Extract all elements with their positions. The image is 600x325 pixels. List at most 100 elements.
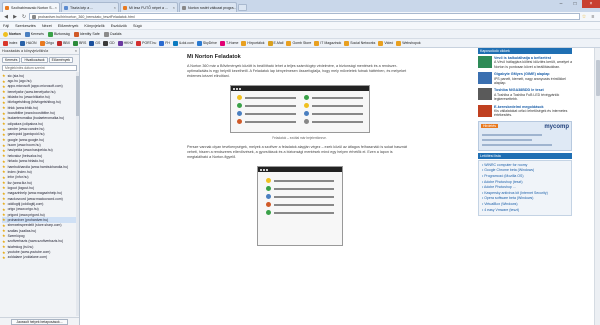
- sidebar-item-label: prigord (www.prigord.hu): [7, 212, 45, 217]
- bookmark-item[interactable]: Videó: [378, 40, 393, 46]
- bookmark-label: Origo: [45, 41, 55, 45]
- sidebar-item-label: hirlado (www.hirlado.hu): [7, 159, 44, 164]
- close-tab-icon[interactable]: ×: [55, 5, 57, 10]
- news-item[interactable]: Vevő is kalkulálhatja a befizetést A Vévő…: [478, 56, 572, 69]
- suggested-sites-button[interactable]: Javasolt helyek betaposások...: [11, 318, 68, 325]
- bookmark-item[interactable]: FH: [159, 40, 170, 46]
- task-icon: [265, 210, 271, 215]
- menu-bookmarks[interactable]: Könyvjelzők: [84, 24, 104, 28]
- norton-button[interactable]: Norton: [3, 31, 21, 37]
- sidebar-list-item[interactable]: ★ zoldalane (zoldalane.com): [2, 255, 77, 260]
- bookmark-item[interactable]: BBX: [57, 40, 70, 46]
- bookmark-item[interactable]: BRS: [73, 40, 87, 46]
- close-sidebar-icon[interactable]: ×: [75, 49, 77, 53]
- sidebar-scrollbar[interactable]: [76, 72, 79, 316]
- maximize-icon[interactable]: □: [568, 0, 582, 8]
- advertisement[interactable]: Hirdetés mycomp: [478, 120, 572, 151]
- bookmark-item[interactable]: SkyDrive: [196, 40, 217, 46]
- bookmark-item[interactable]: T-Home: [219, 40, 239, 46]
- news-summary: A Toshiba a Toshiba FuB LED tévégyártók …: [494, 92, 560, 102]
- bookmark-favicon-icon: [196, 40, 202, 46]
- menu-icon[interactable]: ≡: [589, 13, 597, 21]
- back-icon[interactable]: ◀: [2, 13, 10, 21]
- address-bar[interactable]: prohardver.hu/hir/norton_360_bemutato_te…: [29, 13, 580, 20]
- bookmark-label: BRS: [79, 41, 87, 45]
- news-summary: A Vévő hátlapjára költési időzítés kerül…: [494, 60, 572, 69]
- task-icon: [303, 103, 309, 108]
- bookmark-item[interactable]: Webshopok: [396, 40, 421, 46]
- article-screenshot[interactable]: [256, 166, 343, 246]
- sidebar-item-label: infor (infor.hu): [7, 175, 29, 180]
- sidebar-history-button[interactable]: Előzmények: [48, 57, 74, 63]
- reload-icon[interactable]: ↻: [20, 13, 28, 21]
- tab-title: Szolhabimavalo Norton S...: [11, 5, 55, 10]
- tab-favicon-icon: [182, 5, 186, 10]
- menu-history[interactable]: Előzmények: [58, 24, 79, 28]
- sidebar-item-label: origo (www.origo.hu): [7, 207, 39, 212]
- star-icon[interactable]: ☆: [580, 13, 588, 21]
- bookmark-item[interactable]: E-Mail: [267, 40, 283, 46]
- menu-help[interactable]: Súgó: [133, 24, 142, 28]
- minimize-icon[interactable]: –: [554, 0, 568, 8]
- bookmark-star-icon: ★: [2, 131, 6, 137]
- bookmark-item[interactable]: index: [3, 40, 17, 46]
- bookmark-item[interactable]: HKHZ: [117, 40, 133, 46]
- bookmark-item[interactable]: Social Networks: [344, 40, 375, 46]
- bookmark-star-icon: ★: [2, 174, 6, 180]
- forward-icon[interactable]: ▶: [11, 13, 19, 21]
- page-scroll-thumb[interactable]: [596, 60, 600, 96]
- bookmark-star-icon: ★: [2, 137, 6, 143]
- news-summary: Kis vállalatokat célzó lehetőségek és in…: [494, 109, 568, 118]
- sidebar-links-button[interactable]: Hivatkozások: [21, 57, 48, 63]
- bookmark-star-icon: ★: [2, 99, 6, 105]
- sidebar-list-item[interactable]: ★ hambukhandia (www.hambukhandia.hu): [2, 164, 77, 169]
- close-tab-icon[interactable]: ×: [173, 5, 175, 10]
- bookmark-item[interactable]: IT Magazinok: [314, 40, 341, 46]
- bookmark-item[interactable]: PORT.hu: [136, 40, 156, 46]
- bookmark-item[interactable]: GS: [89, 40, 100, 46]
- new-tab-button[interactable]: [238, 4, 247, 11]
- sidebar-item-label: index (index.hu): [7, 169, 32, 174]
- bookmark-item[interactable]: Hírportálok: [241, 40, 265, 46]
- downloads-header: Letöltési lista: [478, 152, 572, 159]
- tab-3[interactable]: Norton rostét változat progra...×: [179, 2, 237, 12]
- toolbar-security-button[interactable]: Biztonság: [47, 31, 70, 37]
- close-tab-icon[interactable]: ×: [114, 5, 116, 10]
- screenshot-body: [258, 172, 342, 224]
- sidebar-item-label: prohardver (prohardver.hu): [7, 217, 49, 222]
- toolbar-identity-button[interactable]: Identity Safe: [73, 31, 100, 37]
- sidebar-scroll-thumb[interactable]: [76, 76, 79, 116]
- bookmark-item[interactable]: Gomb Store: [286, 40, 312, 46]
- toolbar-search-button[interactable]: Keresés: [24, 31, 44, 37]
- news-item[interactable]: Gigabyte GMyes (GIME) alaplap IPS panelt,…: [478, 72, 572, 85]
- menu-tools[interactable]: Eszközök: [111, 24, 127, 28]
- news-item[interactable]: Toshiba NIGA38BDD le teszt A Toshiba a To…: [478, 88, 572, 101]
- bookmark-label: T-Home: [225, 41, 239, 45]
- news-item[interactable]: E-kereskedelmi megoldások Kis vállalatoka…: [478, 104, 572, 118]
- tab-0[interactable]: Szolhabimavalo Norton S... ×: [2, 2, 60, 12]
- menu-file[interactable]: Fájl: [3, 24, 9, 28]
- sidebar-item-label: youtube (www.youtube.com): [7, 250, 51, 255]
- menu-view[interactable]: Nézet: [42, 24, 52, 28]
- screenshot-column: [303, 95, 363, 127]
- sidebar-item-label: ago.hu (ago.hu): [7, 79, 32, 84]
- bookmark-item[interactable]: HAON: [20, 40, 37, 46]
- bookmark-item[interactable]: iLdoi.com: [172, 40, 194, 46]
- article-title: Mi Norton Feladatok: [187, 54, 241, 60]
- toolbar-family-button[interactable]: Csaláis: [103, 31, 122, 37]
- sidebar-search-button[interactable]: Keresés: [2, 57, 21, 63]
- bookmark-label: Gomb Store: [292, 41, 312, 45]
- sidebar-item-label: cdipalura (cdipalura.hu): [7, 121, 44, 126]
- sidebar-view-selector[interactable]: Megtekintés dátum szerint: [2, 65, 77, 71]
- download-link[interactable]: 4 easy Vmware (teszt): [482, 208, 568, 214]
- menu-edit[interactable]: Szerkesztés: [15, 24, 36, 28]
- article-screenshot[interactable]: [229, 85, 370, 133]
- page-scrollbar[interactable]: [594, 48, 600, 325]
- bookmark-item[interactable]: Origo: [39, 40, 55, 46]
- close-window-icon[interactable]: ×: [582, 0, 600, 8]
- bookmark-favicon-icon: [172, 40, 178, 46]
- bookmark-item[interactable]: GD: [103, 40, 115, 46]
- task-icon: [236, 111, 242, 116]
- tab-2[interactable]: Mi lesz FUTŐ népet a ... ×: [120, 2, 178, 12]
- tab-1[interactable]: Tiszta kép a ... ×: [61, 2, 119, 12]
